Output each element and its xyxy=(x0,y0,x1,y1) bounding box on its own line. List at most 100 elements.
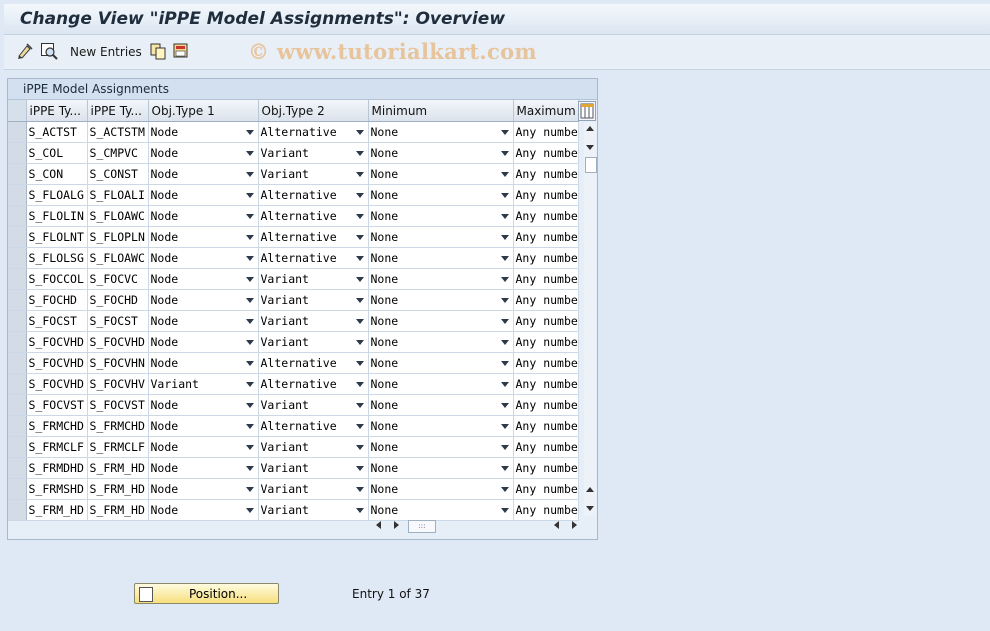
cell-ippe-type-2[interactable]: S_FOCVST xyxy=(87,394,149,416)
column-header-maximum[interactable]: Maximum xyxy=(513,100,579,122)
cell-obj-type-1[interactable]: Node xyxy=(148,205,259,227)
cell-ippe-type-1[interactable]: S_FRMDHD xyxy=(26,457,88,479)
scroll-down-icon[interactable] xyxy=(586,145,594,150)
copy-icon[interactable] xyxy=(149,42,167,60)
cell-maximum[interactable]: Any numbe xyxy=(513,436,579,458)
cell-maximum[interactable]: Any numbe xyxy=(513,478,579,500)
cell-obj-type-1[interactable]: Node xyxy=(148,478,259,500)
select-all-header[interactable] xyxy=(8,100,27,122)
cell-ippe-type-2[interactable]: S_FRMCLF xyxy=(87,436,149,458)
cell-obj-type-1[interactable]: Node xyxy=(148,268,259,290)
cell-obj-type-1[interactable]: Node xyxy=(148,289,259,311)
scroll-page-down-icon[interactable] xyxy=(586,506,594,511)
cell-ippe-type-1[interactable]: S_FRMCLF xyxy=(26,436,88,458)
cell-minimum[interactable]: None xyxy=(368,163,514,185)
cell-ippe-type-1[interactable]: S_FRMSHD xyxy=(26,478,88,500)
cell-obj-type-2[interactable]: Variant xyxy=(258,331,369,353)
cell-maximum[interactable]: Any numbe xyxy=(513,331,579,353)
row-selector[interactable] xyxy=(8,331,27,353)
cell-maximum[interactable]: Any numbe xyxy=(513,226,579,248)
table-row[interactable]: S_FLOLNT S_FLOPLN Node Alternative None Any n… xyxy=(8,226,579,248)
cell-obj-type-2[interactable]: Variant xyxy=(258,289,369,311)
cell-maximum[interactable]: Any numbe xyxy=(513,373,579,395)
cell-ippe-type-2[interactable]: S_FOCVHD xyxy=(87,331,149,353)
cell-obj-type-1[interactable]: Node xyxy=(148,457,259,479)
table-row[interactable]: S_FLOLIN S_FLOAWC Node Alternative None Any n… xyxy=(8,205,579,227)
cell-minimum[interactable]: None xyxy=(368,373,514,395)
cell-obj-type-2[interactable]: Variant xyxy=(258,499,369,521)
cell-minimum[interactable]: None xyxy=(368,247,514,269)
table-row[interactable]: S_CON S_CONST Node Variant None Any numbe xyxy=(8,163,579,185)
cell-ippe-type-1[interactable]: S_FOCVST xyxy=(26,394,88,416)
table-row[interactable]: S_FRMDHD S_FRM_HD Node Variant None Any numbe xyxy=(8,457,579,479)
row-selector[interactable] xyxy=(8,436,27,458)
cell-obj-type-2[interactable]: Alternative xyxy=(258,373,369,395)
cell-obj-type-2[interactable]: Variant xyxy=(258,310,369,332)
cell-ippe-type-2[interactable]: S_FRM_HD xyxy=(87,499,149,521)
cell-obj-type-2[interactable]: Alternative xyxy=(258,352,369,374)
table-row[interactable]: S_COL S_CMPVC Node Variant None Any numbe xyxy=(8,142,579,164)
cell-obj-type-2[interactable]: Alternative xyxy=(258,415,369,437)
row-selector[interactable] xyxy=(8,373,27,395)
cell-ippe-type-2[interactable]: S_FLOALI xyxy=(87,184,149,206)
column-header-ippe-type-2[interactable]: iPPE Ty... xyxy=(87,100,149,122)
cell-maximum[interactable]: Any numbe xyxy=(513,415,579,437)
cell-minimum[interactable]: None xyxy=(368,331,514,353)
cell-ippe-type-1[interactable]: S_FOCST xyxy=(26,310,88,332)
cell-minimum[interactable]: None xyxy=(368,415,514,437)
horizontal-scroll-thumb[interactable]: ::: xyxy=(408,520,436,533)
cell-ippe-type-2[interactable]: S_FRM_HD xyxy=(87,457,149,479)
cell-ippe-type-2[interactable]: S_CONST xyxy=(87,163,149,185)
table-row[interactable]: S_FLOALG S_FLOALI Node Alternative None Any n… xyxy=(8,184,579,206)
cell-obj-type-1[interactable]: Variant xyxy=(148,373,259,395)
cell-obj-type-2[interactable]: Alternative xyxy=(258,247,369,269)
cell-ippe-type-1[interactable]: S_CON xyxy=(26,163,88,185)
cell-ippe-type-2[interactable]: S_FOCVHN xyxy=(87,352,149,374)
save-delimit-icon[interactable] xyxy=(172,42,190,60)
row-selector[interactable] xyxy=(8,499,27,521)
cell-minimum[interactable]: None xyxy=(368,142,514,164)
vertical-scrollbar[interactable] xyxy=(584,122,597,516)
cell-ippe-type-2[interactable]: S_FOCVHV xyxy=(87,373,149,395)
cell-ippe-type-2[interactable]: S_FRM_HD xyxy=(87,478,149,500)
row-selector[interactable] xyxy=(8,226,27,248)
cell-ippe-type-1[interactable]: S_FOCVHD xyxy=(26,352,88,374)
cell-maximum[interactable]: Any numbe xyxy=(513,457,579,479)
cell-obj-type-2[interactable]: Variant xyxy=(258,268,369,290)
table-row[interactable]: S_FRMCHD S_FRMCHD Node Alternative None Any n… xyxy=(8,415,579,437)
column-settings-button[interactable] xyxy=(578,101,596,121)
cell-ippe-type-1[interactable]: S_ACTST xyxy=(26,121,88,143)
cell-maximum[interactable]: Any numbe xyxy=(513,163,579,185)
cell-maximum[interactable]: Any numbe xyxy=(513,268,579,290)
cell-ippe-type-1[interactable]: S_FLOLSG xyxy=(26,247,88,269)
table-row[interactable]: S_FOCHD S_FOCHD Node Variant None Any numbe xyxy=(8,289,579,311)
new-entries-button[interactable]: New Entries xyxy=(70,45,142,59)
table-row[interactable]: S_FRMSHD S_FRM_HD Node Variant None Any numbe xyxy=(8,478,579,500)
cell-ippe-type-1[interactable]: S_FOCVHD xyxy=(26,373,88,395)
cell-maximum[interactable]: Any numbe xyxy=(513,394,579,416)
table-row[interactable]: S_FOCVHD S_FOCVHV Variant Alternative None An… xyxy=(8,373,579,395)
cell-obj-type-1[interactable]: Node xyxy=(148,142,259,164)
cell-obj-type-1[interactable]: Node xyxy=(148,499,259,521)
cell-obj-type-1[interactable]: Node xyxy=(148,184,259,206)
cell-ippe-type-1[interactable]: S_FLOALG xyxy=(26,184,88,206)
cell-minimum[interactable]: None xyxy=(368,205,514,227)
cell-ippe-type-1[interactable]: S_FOCCOL xyxy=(26,268,88,290)
scroll-left-icon[interactable] xyxy=(376,521,381,529)
cell-ippe-type-2[interactable]: S_FOCVC xyxy=(87,268,149,290)
cell-obj-type-2[interactable]: Alternative xyxy=(258,226,369,248)
cell-minimum[interactable]: None xyxy=(368,268,514,290)
cell-obj-type-2[interactable]: Variant xyxy=(258,436,369,458)
cell-ippe-type-1[interactable]: S_FLOLNT xyxy=(26,226,88,248)
row-selector[interactable] xyxy=(8,142,27,164)
cell-maximum[interactable]: Any numbe xyxy=(513,352,579,374)
cell-obj-type-2[interactable]: Alternative xyxy=(258,121,369,143)
table-row[interactable]: S_FOCCOL S_FOCVC Node Variant None Any numbe xyxy=(8,268,579,290)
cell-obj-type-2[interactable]: Alternative xyxy=(258,205,369,227)
scroll-far-right-icon[interactable] xyxy=(572,521,577,529)
cell-obj-type-1[interactable]: Node xyxy=(148,226,259,248)
cell-obj-type-2[interactable]: Variant xyxy=(258,394,369,416)
cell-ippe-type-1[interactable]: S_COL xyxy=(26,142,88,164)
cell-maximum[interactable]: Any numbe xyxy=(513,247,579,269)
cell-maximum[interactable]: Any numbe xyxy=(513,289,579,311)
